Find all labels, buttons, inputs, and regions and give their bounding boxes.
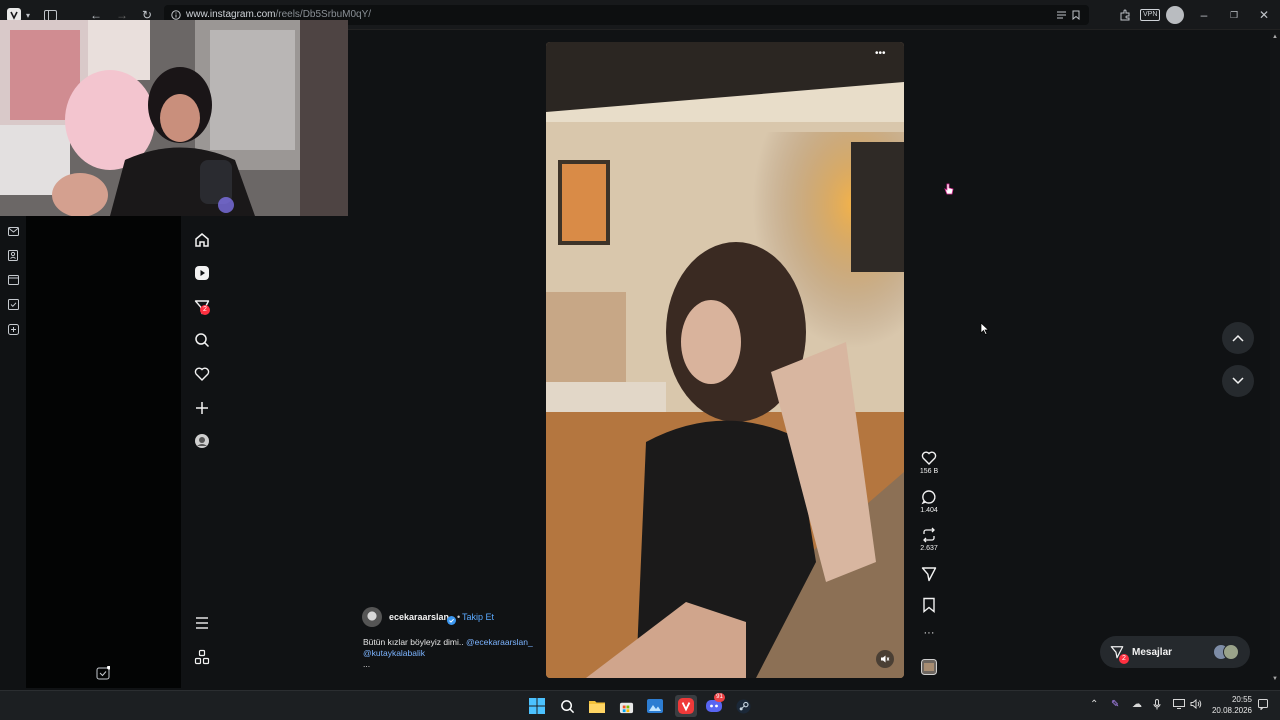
bookmark-icon[interactable]	[1068, 7, 1084, 23]
save-action[interactable]	[914, 597, 944, 613]
heart-notifications-icon[interactable]	[192, 364, 212, 384]
create-icon[interactable]	[192, 398, 212, 418]
author-name[interactable]: ecekaraarslan_	[389, 612, 454, 622]
caption-text: Bütün kızlar böyleyiz dimi..	[363, 637, 466, 647]
home-icon[interactable]	[192, 230, 212, 250]
repost-count: 2.637	[920, 545, 938, 552]
notification-center-icon[interactable]	[1258, 699, 1268, 713]
cloud-icon[interactable]: ☁	[1132, 699, 1142, 710]
extensions-icon[interactable]	[1117, 7, 1133, 23]
windows-taskbar: 91 ⌃ ✎ ☁ 20:55 20.08.2026	[0, 690, 1280, 720]
volume-icon[interactable]	[1190, 698, 1202, 712]
comment-action[interactable]: 1.404	[914, 489, 944, 514]
store-icon[interactable]	[617, 697, 635, 715]
follow-button[interactable]: Takip Et	[462, 612, 494, 622]
microphone-icon[interactable]	[1153, 699, 1161, 713]
url-text: www.instagram.com/reels/Db5SrbuM0qY/	[186, 9, 371, 20]
comment-count: 1.404	[920, 507, 938, 514]
profile-icon[interactable]	[192, 431, 212, 451]
discord-icon[interactable]: 91	[705, 693, 725, 715]
tray-chevron-up-icon[interactable]: ⌃	[1090, 699, 1098, 710]
discord-badge: 91	[714, 693, 725, 702]
previous-reel-button[interactable]	[1222, 322, 1254, 354]
clock-time[interactable]: 20:55	[1214, 695, 1252, 704]
menu-icon[interactable]	[192, 613, 212, 633]
restore-icon[interactable]: ❐	[1226, 7, 1242, 23]
repost-action[interactable]: 2.637	[914, 527, 944, 552]
tasks-icon[interactable]	[6, 297, 20, 311]
profile-avatar[interactable]	[1166, 6, 1184, 24]
dm-badge: 2	[200, 305, 210, 315]
url-path: /reels/Db5SrbuM0qY/	[275, 9, 372, 20]
windows-start-icon[interactable]	[528, 697, 546, 715]
close-icon[interactable]: ✕	[1256, 7, 1272, 23]
mention-link[interactable]: @ecekaraarslan_	[466, 637, 533, 647]
messages-button[interactable]: 2 Mesajlar	[1100, 636, 1250, 668]
messages-badge: 2	[1119, 654, 1129, 664]
reels-icon[interactable]	[192, 263, 212, 283]
like-action[interactable]: 156 B	[914, 450, 944, 475]
panel-inbox-icon[interactable]	[96, 665, 111, 680]
contacts-icon[interactable]	[6, 248, 20, 262]
minimize-icon[interactable]: –	[1196, 7, 1212, 23]
separator-dot: •	[457, 612, 461, 622]
network-icon[interactable]	[1173, 699, 1185, 712]
chevron-down-icon	[1232, 377, 1244, 385]
verified-icon	[447, 612, 456, 625]
search-icon[interactable]	[558, 697, 576, 715]
search-icon[interactable]	[192, 330, 212, 350]
webcam-overlay	[0, 20, 348, 216]
mention-link[interactable]: @kutaykalabalik	[363, 648, 425, 658]
steam-icon[interactable]	[734, 697, 752, 715]
clock-date[interactable]: 20.08.2026	[1208, 706, 1252, 715]
side-panel	[26, 216, 181, 688]
vpn-button[interactable]: VPN	[1140, 9, 1161, 21]
caption-more[interactable]: ...	[363, 659, 370, 669]
heart-icon	[921, 451, 937, 465]
apps-icon[interactable]	[192, 647, 212, 667]
comment-icon	[921, 490, 936, 505]
mail-icon[interactable]	[6, 224, 20, 238]
calendar-icon[interactable]	[6, 272, 20, 286]
pointer-cursor-icon	[944, 182, 954, 200]
mute-icon[interactable]	[876, 650, 894, 668]
direct-messages-icon[interactable]: 2	[192, 297, 212, 317]
avatar	[1223, 644, 1239, 660]
share-action[interactable]	[914, 566, 944, 582]
vivaldi-taskbar-icon[interactable]	[675, 695, 697, 717]
scrollbar[interactable]: ▲ ▼	[1270, 30, 1280, 690]
pen-icon[interactable]: ✎	[1111, 699, 1119, 710]
share-icon	[921, 567, 937, 582]
file-explorer-icon[interactable]	[588, 697, 606, 715]
arrow-cursor-icon	[980, 322, 990, 340]
more-icon[interactable]: ···	[914, 627, 944, 639]
next-reel-button[interactable]	[1222, 365, 1254, 397]
photos-icon[interactable]	[646, 697, 664, 715]
url-host: www.instagram.com	[186, 9, 276, 20]
like-count: 156 B	[919, 468, 939, 475]
save-bookmark-icon	[923, 597, 935, 613]
reader-view-icon[interactable]	[1053, 7, 1069, 23]
audio-thumbnail[interactable]	[914, 659, 944, 675]
messages-label: Mesajlar	[1132, 647, 1173, 658]
chevron-up-icon	[1232, 334, 1244, 342]
reel-video[interactable]: •••	[546, 42, 904, 678]
add-panel-icon[interactable]	[6, 322, 20, 336]
author-avatar[interactable]	[362, 607, 382, 627]
reel-caption: Bütün kızlar böyleyiz dimi.. @ecekaraars…	[363, 637, 543, 670]
more-options-icon[interactable]: •••	[875, 48, 886, 59]
repost-icon	[923, 527, 935, 543]
